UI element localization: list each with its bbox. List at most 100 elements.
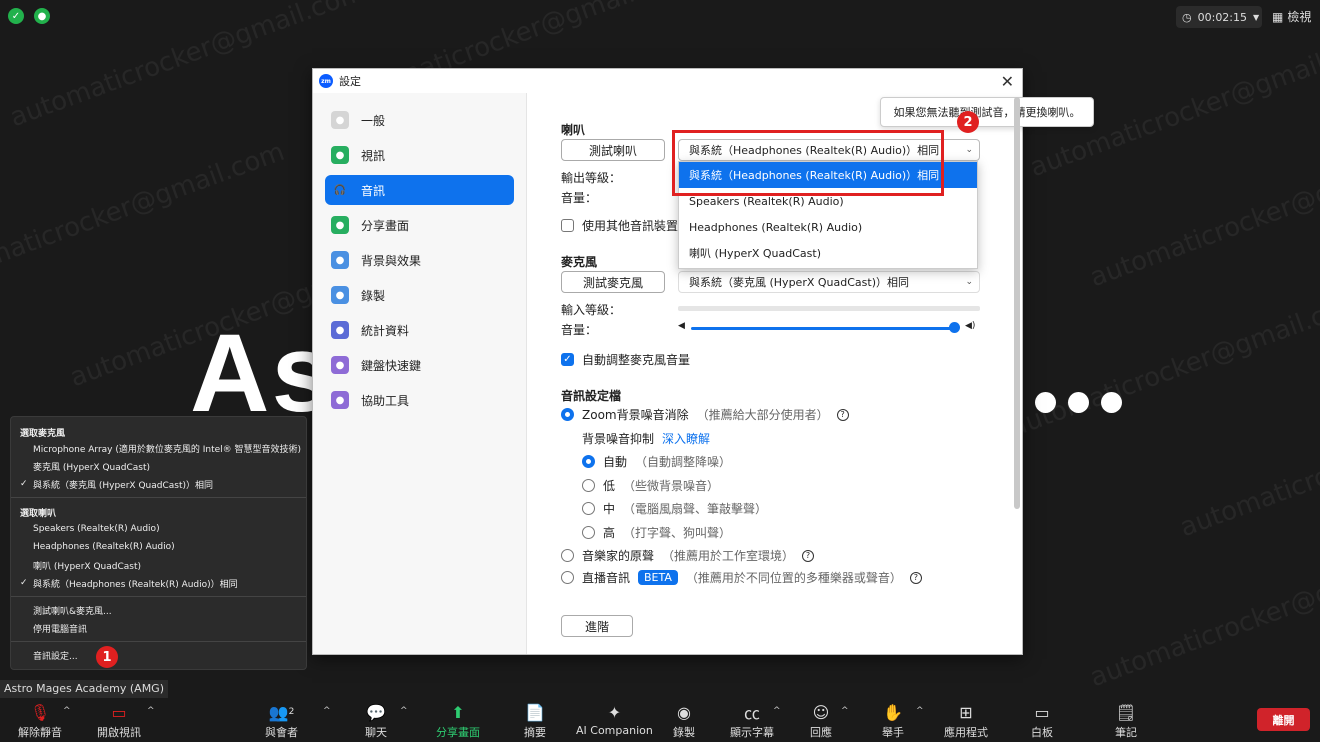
unmute-button[interactable]: 🎙 解除靜音 xyxy=(18,700,62,740)
speaker-option[interactable]: 喇叭 (HyperX QuadCast) xyxy=(679,240,977,266)
summary-button[interactable]: 📄 摘要 xyxy=(524,700,546,740)
gear-icon: ● xyxy=(331,111,349,129)
chevron-up-icon[interactable]: ^ xyxy=(841,706,849,716)
noise-level-option[interactable]: 中 （電腦風扇聲、筆敲擊聲） xyxy=(582,500,767,517)
chevron-up-icon[interactable]: ^ xyxy=(916,706,924,716)
live-audio-radio[interactable] xyxy=(561,571,574,584)
meeting-timer[interactable]: ◷ 00:02:15 ▼ xyxy=(1176,6,1262,28)
speaker-option[interactable]: Headphones (Realtek(R) Audio) xyxy=(679,214,977,240)
security-icon[interactable]: ● xyxy=(34,8,50,24)
mic-select[interactable]: 與系統（麥克風 (HyperX QuadCast)）相同 ⌄ xyxy=(678,271,980,293)
volume-low-icon: ◀ xyxy=(678,321,685,331)
sidebar-item-3[interactable]: ● 分享畫面 xyxy=(325,210,514,240)
close-icon[interactable]: ✕ xyxy=(1001,72,1014,91)
noise-level-option[interactable]: 自動 （自動調整降噪） xyxy=(582,453,731,470)
chat-label: 聊天 xyxy=(365,726,387,739)
zoom-bg-radio[interactable] xyxy=(561,408,574,421)
chevron-down-icon: ▼ xyxy=(1253,12,1260,22)
chevron-up-icon[interactable]: ^ xyxy=(773,706,781,716)
step-badge-1: 1 xyxy=(96,646,118,668)
accessibility-icon: ● xyxy=(331,391,349,409)
chevron-up-icon[interactable]: ^ xyxy=(63,706,71,716)
sparkle-icon: ✦ xyxy=(607,702,622,722)
separate-device-checkbox[interactable] xyxy=(561,219,574,232)
mic-volume-slider[interactable] xyxy=(691,327,953,330)
noise-level-radio[interactable] xyxy=(582,525,595,539)
test-speaker-mic-item[interactable]: 測試喇叭&麥克風... xyxy=(11,601,306,619)
notes-button[interactable]: 🗒 筆記 xyxy=(1115,700,1137,740)
noise-level-option[interactable]: 高 （打字聲、狗叫聲） xyxy=(582,524,731,541)
sidebar-item-8[interactable]: ● 協助工具 xyxy=(325,385,514,415)
sidebar-item-7[interactable]: ● 鍵盤快速鍵 xyxy=(325,350,514,380)
mic-volume-handle[interactable] xyxy=(949,322,960,333)
audio-settings-item[interactable]: 音訊設定... xyxy=(11,646,306,664)
start-video-label: 開啟視訊 xyxy=(97,726,141,739)
noise-level-radio[interactable] xyxy=(582,502,595,515)
sidebar-item-label: 協助工具 xyxy=(361,393,410,408)
dialog-scrollbar[interactable] xyxy=(1014,93,1020,644)
sidebar-item-2[interactable]: 🎧 音訊 xyxy=(325,175,514,205)
help-icon[interactable]: ? xyxy=(909,571,922,584)
noise-level-option[interactable]: 低 （些微背景噪音） xyxy=(582,477,719,494)
sidebar-item-1[interactable]: ● 視訊 xyxy=(325,140,514,170)
separate-device-label: 使用其他音訊裝置 xyxy=(582,219,679,233)
speaker-menu-option-label: Speakers (Realtek(R) Audio) xyxy=(33,524,160,534)
chevron-up-icon[interactable]: ^ xyxy=(323,706,331,716)
speaker-menu-option[interactable]: ✓ 與系統（Headphones (Realtek(R) Audio)）相同 xyxy=(11,574,306,592)
leave-computer-audio-item[interactable]: 停用電腦音訊 xyxy=(11,619,306,637)
sidebar-item-label: 統計資料 xyxy=(361,323,410,338)
record-button[interactable]: ◉ 錄製 xyxy=(673,700,695,740)
participants-button[interactable]: 👥 2 與會者 xyxy=(265,700,298,740)
sidebar-item-0[interactable]: ● 一般 xyxy=(325,105,514,135)
speaker-tooltip: 如果您無法聽到測試音，請更換喇叭。 xyxy=(880,97,1094,127)
speaker-menu-option[interactable]: Headphones (Realtek(R) Audio) xyxy=(11,538,306,556)
advanced-button[interactable]: 進階 xyxy=(561,615,633,637)
apps-button[interactable]: ⊞ 應用程式 xyxy=(944,700,988,740)
suppression-label: 背景噪音抑制 xyxy=(582,432,655,446)
learn-more-link[interactable]: 深入瞭解 xyxy=(662,430,710,447)
raise-hand-button[interactable]: ✋ 舉手 xyxy=(882,700,904,740)
speaker-menu-option[interactable]: 喇叭 (HyperX QuadCast) xyxy=(11,556,306,574)
input-level-label: 輸入等級： xyxy=(561,303,622,317)
mic-select-value: 與系統（麥克風 (HyperX QuadCast)）相同 xyxy=(689,276,909,289)
leave-button[interactable]: 離開 xyxy=(1257,708,1310,731)
ai-companion-button[interactable]: ✦ AI Companion xyxy=(576,700,653,738)
whiteboard-button[interactable]: ▭ 白板 xyxy=(1031,700,1053,740)
sidebar-item-5[interactable]: ● 錄製 xyxy=(325,280,514,310)
watermark: automaticrocker@gmail.com xyxy=(1086,136,1320,294)
sidebar-item-6[interactable]: ● 統計資料 xyxy=(325,315,514,345)
mic-option[interactable]: ✓ 與系統（麥克風 (HyperX QuadCast)）相同 xyxy=(11,475,306,493)
chevron-up-icon[interactable]: ^ xyxy=(400,706,408,716)
reactions-button[interactable]: ☺ 回應 xyxy=(810,700,832,740)
clock-icon: ◷ xyxy=(1182,10,1192,24)
captions-button[interactable]: ㏄ 顯示字幕 xyxy=(730,700,774,740)
raise-hand-label: 舉手 xyxy=(882,726,904,739)
noise-level-radio[interactable] xyxy=(582,455,595,468)
noise-level-name: 中 xyxy=(603,502,616,516)
share-screen-button[interactable]: ⬆ 分享畫面 xyxy=(436,700,480,740)
start-video-button[interactable]: ▭ 開啟視訊 xyxy=(97,700,141,740)
original-sound-radio[interactable] xyxy=(561,549,574,562)
mic-option[interactable]: Microphone Array (適用於數位麥克風的 Intel® 智慧型音效… xyxy=(11,439,306,457)
test-mic-button[interactable]: 測試麥克風 xyxy=(561,271,665,293)
watermark: automaticrocker@gmail.com xyxy=(1086,536,1320,694)
headphones-icon: 🎧 xyxy=(333,184,347,196)
smiley-icon: ☺ xyxy=(812,702,830,722)
help-icon[interactable]: ? xyxy=(836,408,849,421)
chevron-up-icon[interactable]: ^ xyxy=(147,706,155,716)
live-audio-hint: （推薦用於不同位置的多種樂器或聲音） xyxy=(685,571,902,585)
zoom-logo-icon: zm xyxy=(319,74,333,88)
test-speaker-button[interactable]: 測試喇叭 xyxy=(561,139,665,161)
apps-icon: ⊞ xyxy=(959,702,973,722)
view-button[interactable]: ▦ 檢視 xyxy=(1272,8,1311,25)
shield-icon[interactable]: ✓ xyxy=(8,8,24,24)
mic-option[interactable]: 麥克風 (HyperX QuadCast) xyxy=(11,457,306,475)
chat-button[interactable]: 💬 聊天 xyxy=(365,700,387,740)
noise-level-radio[interactable] xyxy=(582,478,595,492)
sidebar-item-4[interactable]: ● 背景與效果 xyxy=(325,245,514,275)
watermark: automaticrocker@gmail.com xyxy=(1006,286,1320,444)
help-icon[interactable]: ? xyxy=(802,549,815,562)
speaker-menu-option[interactable]: Speakers (Realtek(R) Audio) xyxy=(11,520,306,538)
sidebar-item-label: 錄製 xyxy=(361,288,386,303)
auto-adjust-checkbox[interactable]: ✓ xyxy=(561,353,574,366)
